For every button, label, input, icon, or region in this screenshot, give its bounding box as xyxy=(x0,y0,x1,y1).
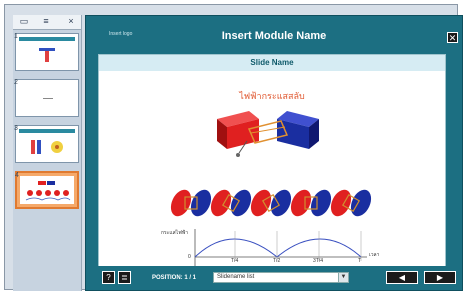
player-controls: ? ≣ POSITION: 1 / 1 Slidename list ▼ ◀ ▶ xyxy=(86,266,462,290)
chevron-down-icon[interactable]: ▼ xyxy=(338,273,348,282)
slide-thumbnail-2[interactable]: 2 xyxy=(14,79,79,117)
thumbnail-content-3 xyxy=(31,140,63,154)
help-button[interactable]: ? xyxy=(102,271,115,284)
slide-thumbnail-panel: ▭ ≡ × 1 2 3 4 xyxy=(13,15,82,291)
thumbnail-title-bar xyxy=(19,37,75,41)
application-window: ▭ ≡ × 1 2 3 4 Insert logo Insert Module … xyxy=(4,4,463,291)
thumbnail-title-bar xyxy=(19,129,75,133)
close-panel-icon[interactable]: × xyxy=(65,16,77,27)
thumbnail-inner xyxy=(20,176,74,204)
magnet-generator-illustration xyxy=(217,111,319,157)
position-indicator: POSITION: 1 / 1 xyxy=(152,275,197,281)
current-time-graph xyxy=(194,229,367,267)
thumbnail-content-1 xyxy=(39,48,55,62)
slide-name-select[interactable]: Slidename list ▼ xyxy=(213,272,349,283)
graph-tick-4: T xyxy=(358,258,362,264)
slide-canvas: Slide Name ไฟฟ้ากระแสสลับ กระแสไฟฟ้า เวล… xyxy=(98,54,446,268)
previous-slide-button[interactable]: ◀ xyxy=(386,271,418,284)
slide-thumbnail-4[interactable]: 4 xyxy=(15,171,79,209)
thumbnail-content-4 xyxy=(25,181,71,201)
slide-thumbnail-1[interactable]: 1 xyxy=(14,33,79,71)
module-player: Insert logo Insert Module Name ✕ Slide N… xyxy=(85,15,463,291)
thumbnail-number: 1 xyxy=(14,33,18,40)
panel-tab-bar: ▭ ≡ × xyxy=(13,15,81,30)
menu-button[interactable]: ≣ xyxy=(118,271,131,284)
graph-tick-3: 3T/4 xyxy=(313,258,324,264)
thumbnail-number: 3 xyxy=(14,125,18,132)
thumbnail-view-tab[interactable]: ▭ xyxy=(17,16,31,27)
next-slide-button[interactable]: ▶ xyxy=(424,271,456,284)
graph-x-label: เวลา xyxy=(369,252,380,258)
slide-illustration xyxy=(170,111,372,267)
graph-tick-0: 0 xyxy=(188,254,191,260)
thumbnail-number: 4 xyxy=(15,172,19,179)
module-title: Insert Module Name xyxy=(221,30,327,42)
graph-tick-2: T/2 xyxy=(273,258,281,264)
rotation-sequence xyxy=(170,189,372,217)
graph-y-label: กระแสไฟฟ้า xyxy=(161,230,189,236)
slide-select-value: Slidename list xyxy=(217,274,255,280)
outline-view-tab[interactable]: ≡ xyxy=(39,16,53,27)
graph-tick-1: T/4 xyxy=(231,258,239,264)
slide-thumbnail-3[interactable]: 3 xyxy=(14,125,79,163)
thumbnail-content-2 xyxy=(43,98,53,99)
close-button[interactable]: ✕ xyxy=(447,32,458,43)
thumbnail-number: 2 xyxy=(14,79,18,86)
slide-name: Slide Name xyxy=(99,55,445,71)
